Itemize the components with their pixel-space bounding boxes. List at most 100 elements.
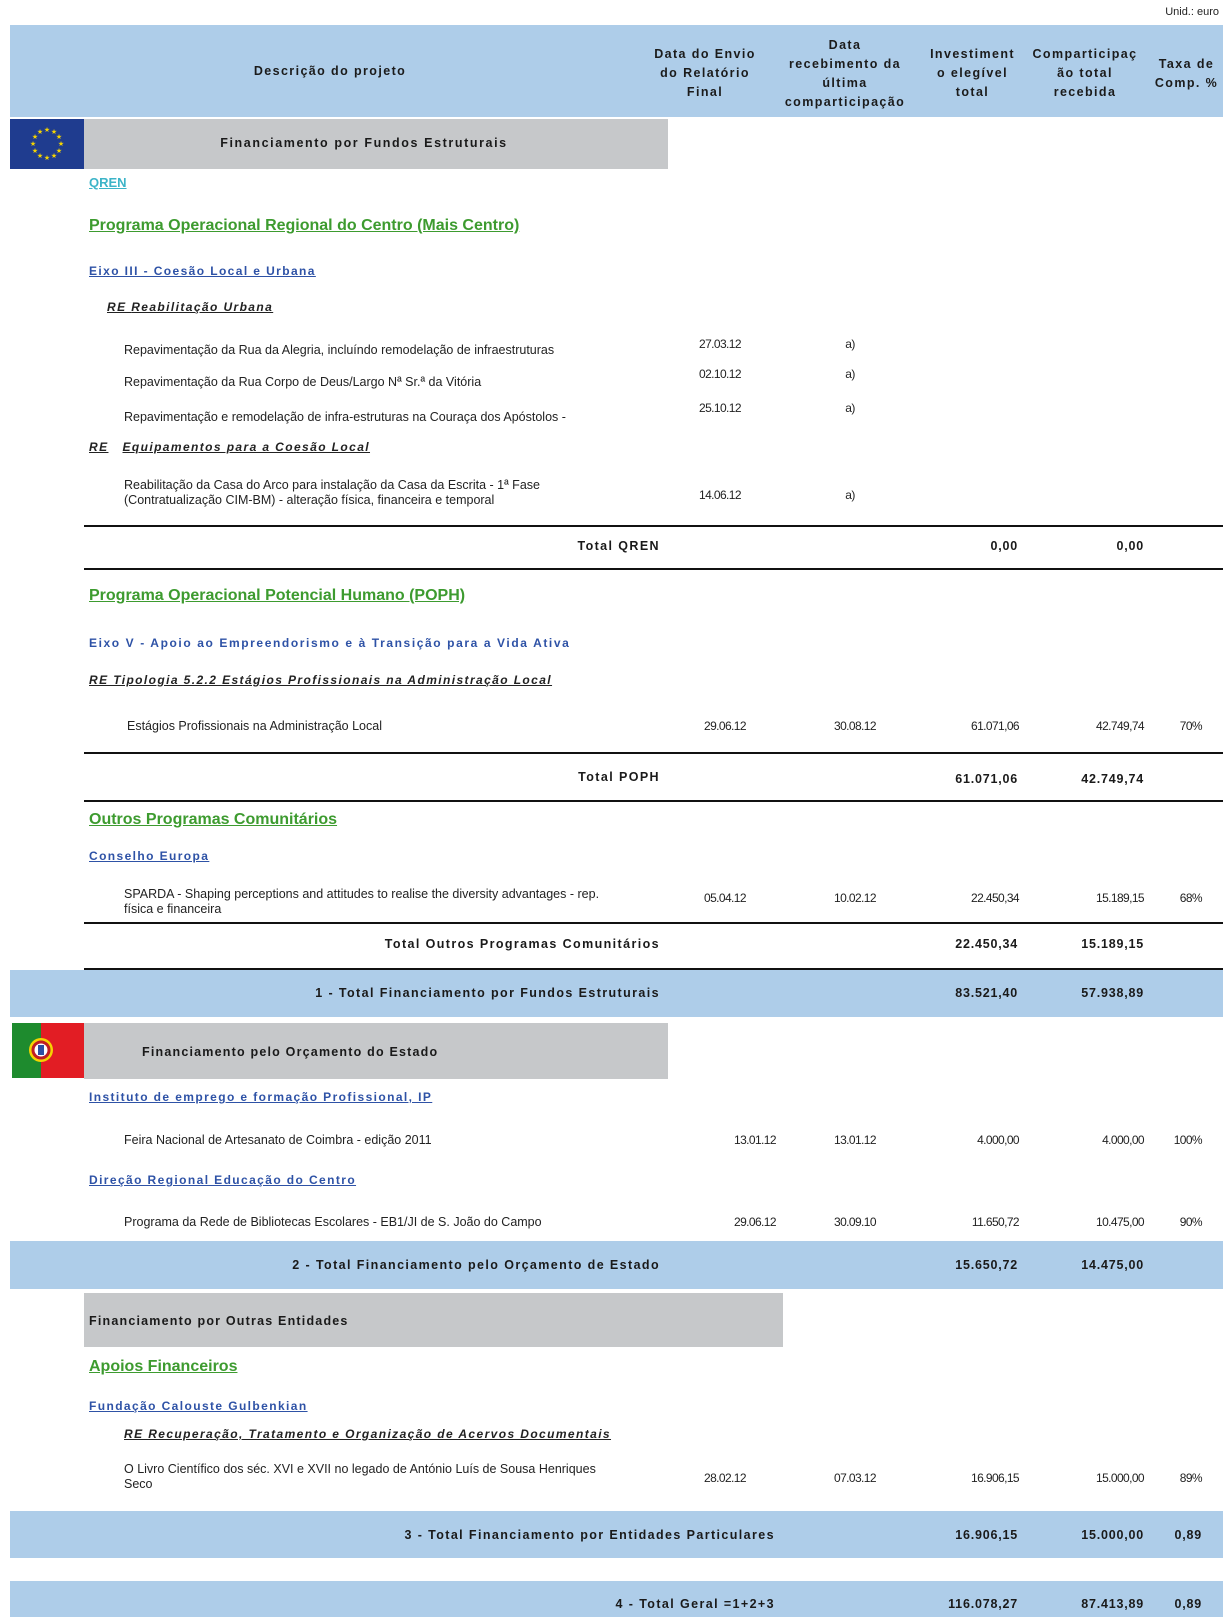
total-1-compart: 57.938,89 [1081,986,1144,1000]
svg-text:★: ★ [44,154,50,162]
row-feira-receb: 13.01.12 [834,1133,877,1147]
re-reabilitacao: RE Reabilitação Urbana [107,300,274,314]
svg-text:★: ★ [30,140,36,148]
total-outros-label: Total Outros Programas Comunitários [384,937,660,951]
row-rede-desc: Programa da Rede de Bibliotecas Escolare… [124,1215,542,1229]
row-rede-invest: 11.650,72 [971,1215,1020,1229]
row-sparda-taxa: 68% [1179,891,1203,905]
header-comparticipacao: Comparticipaç ão total recebida [1032,47,1138,99]
total-1-invest: 83.521,40 [955,986,1018,1000]
row-rede-receb: 30.09.10 [834,1215,877,1229]
row-estagios-compart: 42.749,74 [1096,719,1145,733]
header-envio: Data do Envio do Relatório Final [654,47,756,99]
row-rede-compart: 10.475,00 [1096,1215,1145,1229]
row-livro-taxa: 89% [1179,1471,1203,1485]
total-2-label: 2 - Total Financiamento pelo Orçamento d… [292,1258,660,1272]
header-taxa: Taxa de Comp. % [1154,57,1219,90]
row-estagios-receb: 30.08.12 [834,719,877,733]
row-sparda-receb: 10.02.12 [834,891,877,905]
divider [84,922,1223,924]
total-outros-invest: 22.450,34 [955,937,1018,951]
eu-flag-icon: ★ ★ ★ ★ ★ ★ ★ ★ ★ ★ ★ ★ [10,119,84,169]
total-3-invest: 16.906,15 [955,1528,1018,1542]
svg-text:★: ★ [44,126,50,134]
total-qren-compart: 0,00 [1116,539,1144,553]
section-title-other: Financiamento por Outras Entidades [89,1314,349,1328]
total-poph-invest: 61.071,06 [955,772,1018,786]
row-feira-desc: Feira Nacional de Artesanato de Coimbra … [124,1133,432,1147]
total-outros-compart: 15.189,15 [1081,937,1144,951]
total-4-invest: 116.078,27 [948,1597,1018,1611]
row-corpo-deus-envio: 02.10.12 [699,367,742,381]
row-couraca-receb: a) [845,401,855,415]
divider [84,752,1223,754]
re-equipamentos: RE Equipamentos para a Coesão Local [89,440,371,454]
conselho-europa[interactable]: Conselho Europa [89,849,209,863]
row-couraca-envio: 25.10.12 [699,401,742,415]
row-alegria-desc: Repavimentação da Rua da Alegria, incluí… [124,343,555,357]
total-3-label: 3 - Total Financiamento por Entidades Pa… [404,1528,775,1542]
total-2-invest: 15.650,72 [955,1258,1018,1272]
total-3-taxa: 0,89 [1174,1528,1202,1542]
header-recebimento: Data recebimento da última comparticipação [784,38,906,109]
row-couraca-desc: Repavimentação e remodelação de infra-es… [124,410,566,424]
total-2-compart: 14.475,00 [1081,1258,1144,1272]
row-sparda-invest: 22.450,34 [971,891,1020,905]
svg-text:★: ★ [32,147,38,155]
row-casa-arco-envio: 14.06.12 [699,488,742,502]
row-estagios-envio: 29.06.12 [704,719,747,733]
row-sparda-envio: 05.04.12 [704,891,747,905]
apoios-financeiros[interactable]: Apoios Financeiros [89,1358,237,1376]
svg-text:★: ★ [51,152,57,160]
total-qren-invest: 0,00 [990,539,1018,553]
row-feira-invest: 4.000,00 [977,1133,1020,1147]
program-centro[interactable]: Programa Operacional Regional do Centro … [89,217,519,235]
total-poph-compart: 42.749,74 [1081,772,1144,786]
eixo-iii[interactable]: Eixo III - Coesão Local e Urbana [89,264,316,278]
re-acervos: RE Recuperação, Tratamento e Organização… [124,1427,612,1441]
row-feira-compart: 4.000,00 [1102,1133,1145,1147]
program-poph[interactable]: Programa Operacional Potencial Humano (P… [89,587,465,605]
row-sparda-desc: SPARDA - Shaping perceptions and attitud… [124,887,600,916]
row-rede-envio: 29.06.12 [734,1215,777,1229]
row-estagios-invest: 61.071,06 [971,719,1020,733]
row-livro-compart: 15.000,00 [1096,1471,1145,1485]
row-estagios-taxa: 70% [1179,719,1203,733]
portugal-flag-icon [12,1023,84,1078]
row-alegria-envio: 27.03.12 [699,337,742,351]
total-4-compart: 87.413,89 [1081,1597,1144,1611]
total-3-compart: 15.000,00 [1081,1528,1144,1542]
link-iefp[interactable]: Instituto de emprego e formação Profissi… [89,1090,432,1104]
section-title-state: Financiamento pelo Orçamento do Estado [142,1045,439,1059]
row-feira-taxa: 100% [1173,1133,1203,1147]
eixo-v: Eixo V - Apoio ao Empreendorismo e à Tra… [89,636,571,650]
unit-label: Unid.: euro [1165,6,1219,18]
row-feira-envio: 13.01.12 [734,1133,777,1147]
divider [84,800,1223,802]
row-corpo-deus-desc: Repavimentação da Rua Corpo de Deus/Larg… [124,375,482,389]
total-1-label: 1 - Total Financiamento por Fundos Estru… [315,986,660,1000]
row-livro-desc: O Livro Científico dos séc. XVI e XVII n… [124,1462,596,1491]
svg-text:★: ★ [37,128,43,136]
row-sparda-compart: 15.189,15 [1096,891,1145,905]
total-4-label: 4 - Total Geral =1+2+3 [615,1597,775,1611]
total-qren-label: Total QREN [577,539,660,553]
row-livro-envio: 28.02.12 [704,1471,747,1485]
row-corpo-deus-receb: a) [845,367,855,381]
row-alegria-receb: a) [845,337,855,351]
header-description: Descrição do projeto [253,64,407,78]
row-casa-arco-receb: a) [845,488,855,502]
program-outros[interactable]: Outros Programas Comunitários [89,811,337,829]
link-drec[interactable]: Direção Regional Educação do Centro [89,1173,356,1187]
re-tipologia: RE Tipologia 5.2.2 Estágios Profissionai… [89,673,553,687]
row-livro-invest: 16.906,15 [971,1471,1020,1485]
fundacao-gulbenkian[interactable]: Fundação Calouste Gulbenkian [89,1399,308,1413]
total-4-taxa: 0,89 [1174,1597,1202,1611]
row-livro-receb: 07.03.12 [834,1471,877,1485]
section-title-structural: Financiamento por Fundos Estruturais [220,136,508,150]
row-estagios-desc: Estágios Profissionais na Administração … [127,719,382,733]
divider [84,568,1223,570]
divider [84,525,1223,527]
row-casa-arco-desc: Reabilitação da Casa do Arco para instal… [124,478,540,507]
link-qren[interactable]: QREN [89,175,127,190]
